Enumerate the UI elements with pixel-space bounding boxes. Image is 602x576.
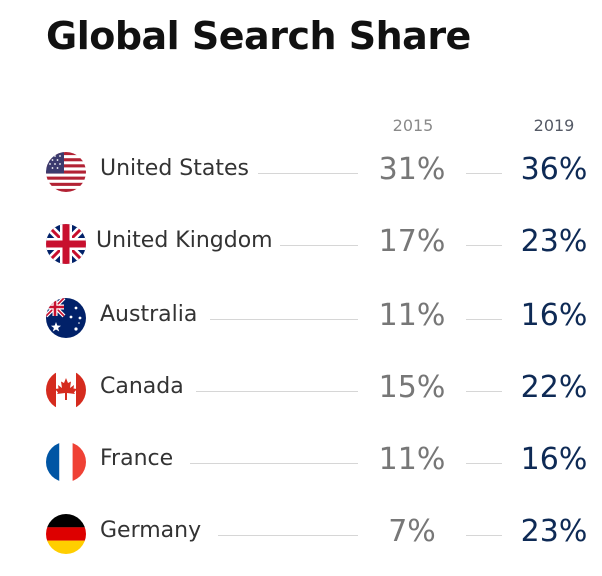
value-2019: 23% — [520, 224, 588, 259]
table-row: Germany 7% 23% — [0, 510, 602, 560]
uk-flag-icon — [46, 224, 86, 264]
germany-flag-icon — [46, 514, 86, 554]
leader-line — [280, 245, 358, 246]
leader-line — [466, 463, 502, 464]
table-row: Australia 11% 16% — [0, 294, 602, 344]
country-label: Australia — [100, 302, 198, 327]
value-2019: 23% — [520, 514, 588, 549]
value-2019: 16% — [520, 298, 588, 333]
table-row: United States 31% 36% — [0, 148, 602, 198]
country-label: United States — [100, 156, 249, 181]
leader-line — [258, 173, 358, 174]
country-label: Germany — [100, 518, 202, 543]
france-flag-icon — [46, 442, 86, 482]
table-row: United Kingdom 17% 23% — [0, 220, 602, 270]
us-flag-icon — [46, 152, 86, 192]
country-label: France — [100, 446, 174, 471]
column-header-2019: 2019 — [533, 116, 575, 135]
australia-flag-icon — [46, 298, 86, 338]
leader-line — [466, 173, 502, 174]
value-2019: 36% — [520, 152, 588, 187]
value-2015: 11% — [378, 442, 446, 477]
leader-line — [466, 535, 502, 536]
leader-line — [466, 319, 502, 320]
value-2015: 31% — [378, 152, 446, 187]
leader-line — [218, 535, 358, 536]
leader-line — [466, 245, 502, 246]
leader-line — [210, 319, 358, 320]
leader-line — [196, 391, 358, 392]
value-2015: 15% — [378, 370, 446, 405]
table-row: Canada 15% 22% — [0, 366, 602, 416]
value-2015: 7% — [388, 514, 436, 549]
column-header-2015: 2015 — [392, 116, 434, 135]
leader-line — [190, 463, 358, 464]
country-label: United Kingdom — [96, 228, 273, 253]
country-label: Canada — [100, 374, 184, 399]
value-2015: 11% — [378, 298, 446, 333]
canada-flag-icon — [46, 370, 86, 410]
table-row: France 11% 16% — [0, 438, 602, 488]
chart-title: Global Search Share — [46, 14, 471, 58]
value-2015: 17% — [378, 224, 446, 259]
value-2019: 16% — [520, 442, 588, 477]
leader-line — [466, 391, 502, 392]
value-2019: 22% — [520, 370, 588, 405]
